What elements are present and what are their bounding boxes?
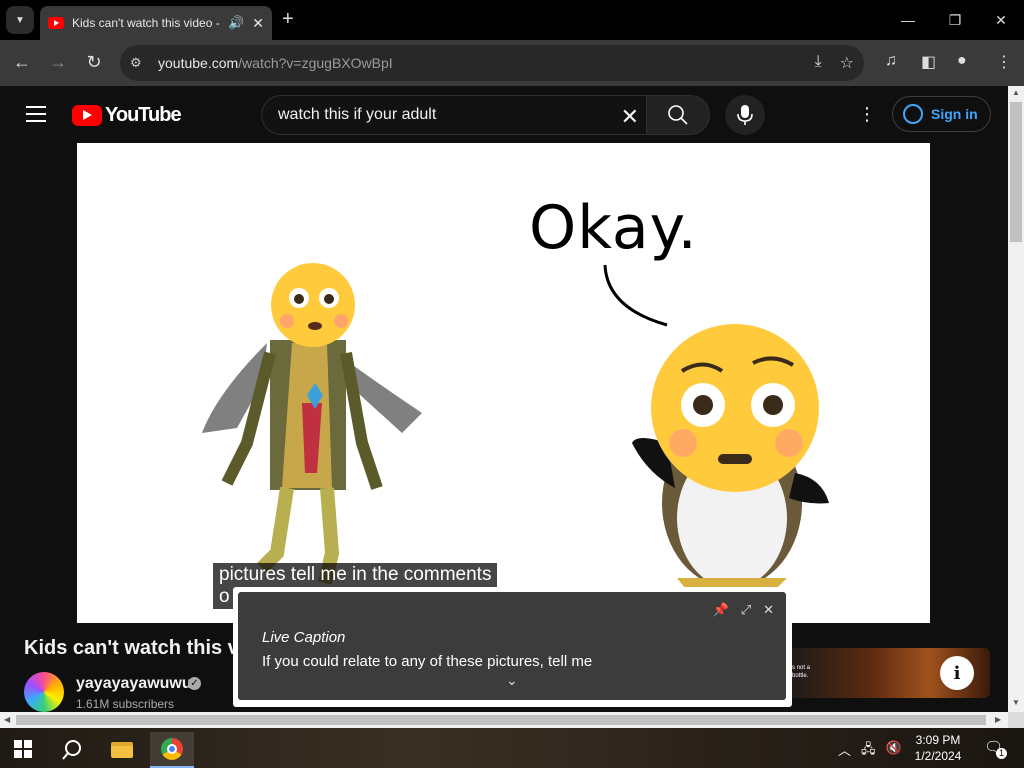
vertical-scroll-thumb[interactable] — [1010, 102, 1022, 242]
vertical-scrollbar[interactable]: ▲ ▼ — [1008, 86, 1024, 712]
windows-taskbar: ︿ 🖧 🔇 3:09 PM 1/2/2024 🗨 1 — [0, 728, 1024, 768]
video-player[interactable]: Okay. pictures tell me in the comments o — [77, 143, 930, 623]
sign-in-button[interactable]: Sign in — [892, 96, 991, 132]
video-frame-illustration — [202, 263, 829, 588]
youtube-favicon-icon — [48, 17, 64, 29]
search-icon — [668, 105, 688, 125]
chevron-down-icon: ▼ — [15, 14, 25, 26]
video-title: Kids can't watch this vid — [24, 637, 239, 659]
horizontal-scroll-thumb[interactable] — [16, 715, 986, 725]
account-icon — [903, 104, 923, 124]
live-caption-controls: 📌 ⤢ ✕ — [713, 602, 775, 618]
expand-window-icon[interactable]: ⤢ — [741, 602, 751, 618]
close-caption-icon[interactable]: ✕ — [763, 602, 774, 618]
microphone-icon — [737, 105, 753, 125]
channel-avatar[interactable] — [24, 672, 64, 712]
channel-name[interactable]: yayayayawuwu — [76, 675, 192, 693]
youtube-logo[interactable]: YouTube — [72, 104, 182, 127]
tab-search-button[interactable]: ▼ — [6, 6, 34, 34]
youtube-logo-text: YouTube — [105, 104, 182, 126]
reload-button[interactable]: ↻ — [82, 52, 106, 73]
youtube-header: YouTube watch this if your adult ✕ ⋮ Sig… — [0, 86, 1008, 143]
active-tab[interactable]: Kids can't watch this video - 🔊 ✕ — [40, 6, 272, 40]
close-tab-icon[interactable]: ✕ — [252, 15, 264, 32]
network-icon[interactable]: 🖧 — [861, 740, 876, 762]
scrollbar-corner — [1008, 712, 1024, 728]
install-app-icon[interactable]: ⤓ — [815, 53, 822, 73]
address-bar[interactable]: ⚙ youtube.com/watch?v=zgugBXOwBpI ⤓ ☆ — [120, 45, 864, 81]
ad-info-button[interactable]: i — [940, 656, 974, 690]
taskbar-file-explorer[interactable] — [100, 732, 144, 768]
video-overlay-text: Okay. — [529, 193, 698, 263]
url-text[interactable]: youtube.com/watch?v=zgugBXOwBpI — [158, 55, 393, 71]
settings-more-icon[interactable]: ⋮ — [858, 104, 876, 125]
scroll-right-arrow-icon[interactable]: ▶ — [995, 715, 1001, 724]
folder-icon — [111, 742, 133, 758]
close-window-button[interactable]: ✕ — [978, 8, 1024, 32]
search-button[interactable] — [646, 95, 710, 135]
system-tray: ︿ 🖧 🔇 — [838, 740, 902, 762]
expand-chevron-icon[interactable]: ⌄ — [506, 672, 518, 689]
clear-search-icon[interactable]: ✕ — [621, 104, 639, 130]
side-panel-icon[interactable]: ◧ — [921, 52, 936, 72]
live-caption-window[interactable]: 📌 ⤢ ✕ Live Caption If you could relate t… — [233, 587, 792, 707]
show-hidden-icons-chevron-icon[interactable]: ︿ — [838, 740, 851, 762]
taskbar-chrome[interactable] — [150, 732, 194, 768]
subtitle-line-1: pictures tell me in the comments — [219, 564, 492, 585]
restore-window-button[interactable]: ❐ — [932, 8, 978, 32]
scroll-up-arrow-icon[interactable]: ▲ — [1012, 88, 1020, 97]
taskbar-search-button[interactable] — [50, 732, 94, 768]
ad-banner[interactable]: s not a bottle. i — [788, 648, 990, 698]
verified-badge-icon: ✓ — [188, 677, 201, 690]
ad-text: s not a bottle. — [792, 665, 811, 679]
voice-search-button[interactable] — [725, 95, 765, 135]
minimize-window-button[interactable]: — — [885, 8, 931, 32]
browser-menu-icon[interactable]: ⋮ — [996, 52, 1012, 72]
browser-toolbar: ← → ↻ ⚙ youtube.com/watch?v=zgugBXOwBpI … — [0, 40, 1024, 86]
subscriber-count: 1.61M subscribers — [76, 697, 175, 711]
search-input[interactable]: watch this if your adult ✕ — [261, 95, 647, 135]
live-caption-text: If you could relate to any of these pict… — [262, 653, 593, 670]
profile-icon[interactable]: ● — [957, 52, 967, 70]
bookmark-star-icon[interactable]: ☆ — [840, 53, 854, 73]
windows-start-icon[interactable] — [14, 740, 32, 758]
notification-count-badge: 1 — [996, 748, 1007, 759]
pin-icon[interactable]: 📌 — [713, 602, 729, 618]
sign-in-label: Sign in — [931, 106, 978, 122]
chrome-icon — [161, 738, 183, 760]
clock-date: 1/2/2024 — [914, 749, 962, 763]
search-icon — [62, 740, 81, 760]
live-caption-title: Live Caption — [262, 629, 346, 646]
scroll-left-arrow-icon[interactable]: ◀ — [4, 715, 10, 724]
search-query-text[interactable]: watch this if your adult — [278, 106, 436, 124]
clock-time: 3:09 PM — [915, 733, 961, 747]
new-tab-button[interactable]: + — [282, 8, 294, 31]
browser-tab-bar: ▼ Kids can't watch this video - 🔊 ✕ + — … — [0, 0, 1024, 40]
scroll-down-arrow-icon[interactable]: ▼ — [1012, 698, 1020, 707]
horizontal-scrollbar[interactable]: ◀ ▶ — [0, 712, 1008, 728]
youtube-play-icon — [72, 105, 102, 126]
info-icon: i — [953, 662, 961, 684]
live-caption-panel: 📌 ⤢ ✕ Live Caption If you could relate t… — [238, 592, 786, 700]
media-control-icon[interactable]: ♫ — [885, 52, 897, 70]
speaker-icon[interactable]: 🔊 — [228, 15, 244, 31]
hamburger-menu-icon[interactable] — [26, 106, 46, 127]
tab-title: Kids can't watch this video - — [72, 16, 220, 30]
taskbar-clock[interactable]: 3:09 PM 1/2/2024 — [900, 732, 976, 764]
site-info-icon[interactable]: ⚙ — [130, 55, 154, 71]
back-button[interactable]: ← — [10, 52, 34, 73]
forward-button[interactable]: → — [46, 52, 70, 73]
